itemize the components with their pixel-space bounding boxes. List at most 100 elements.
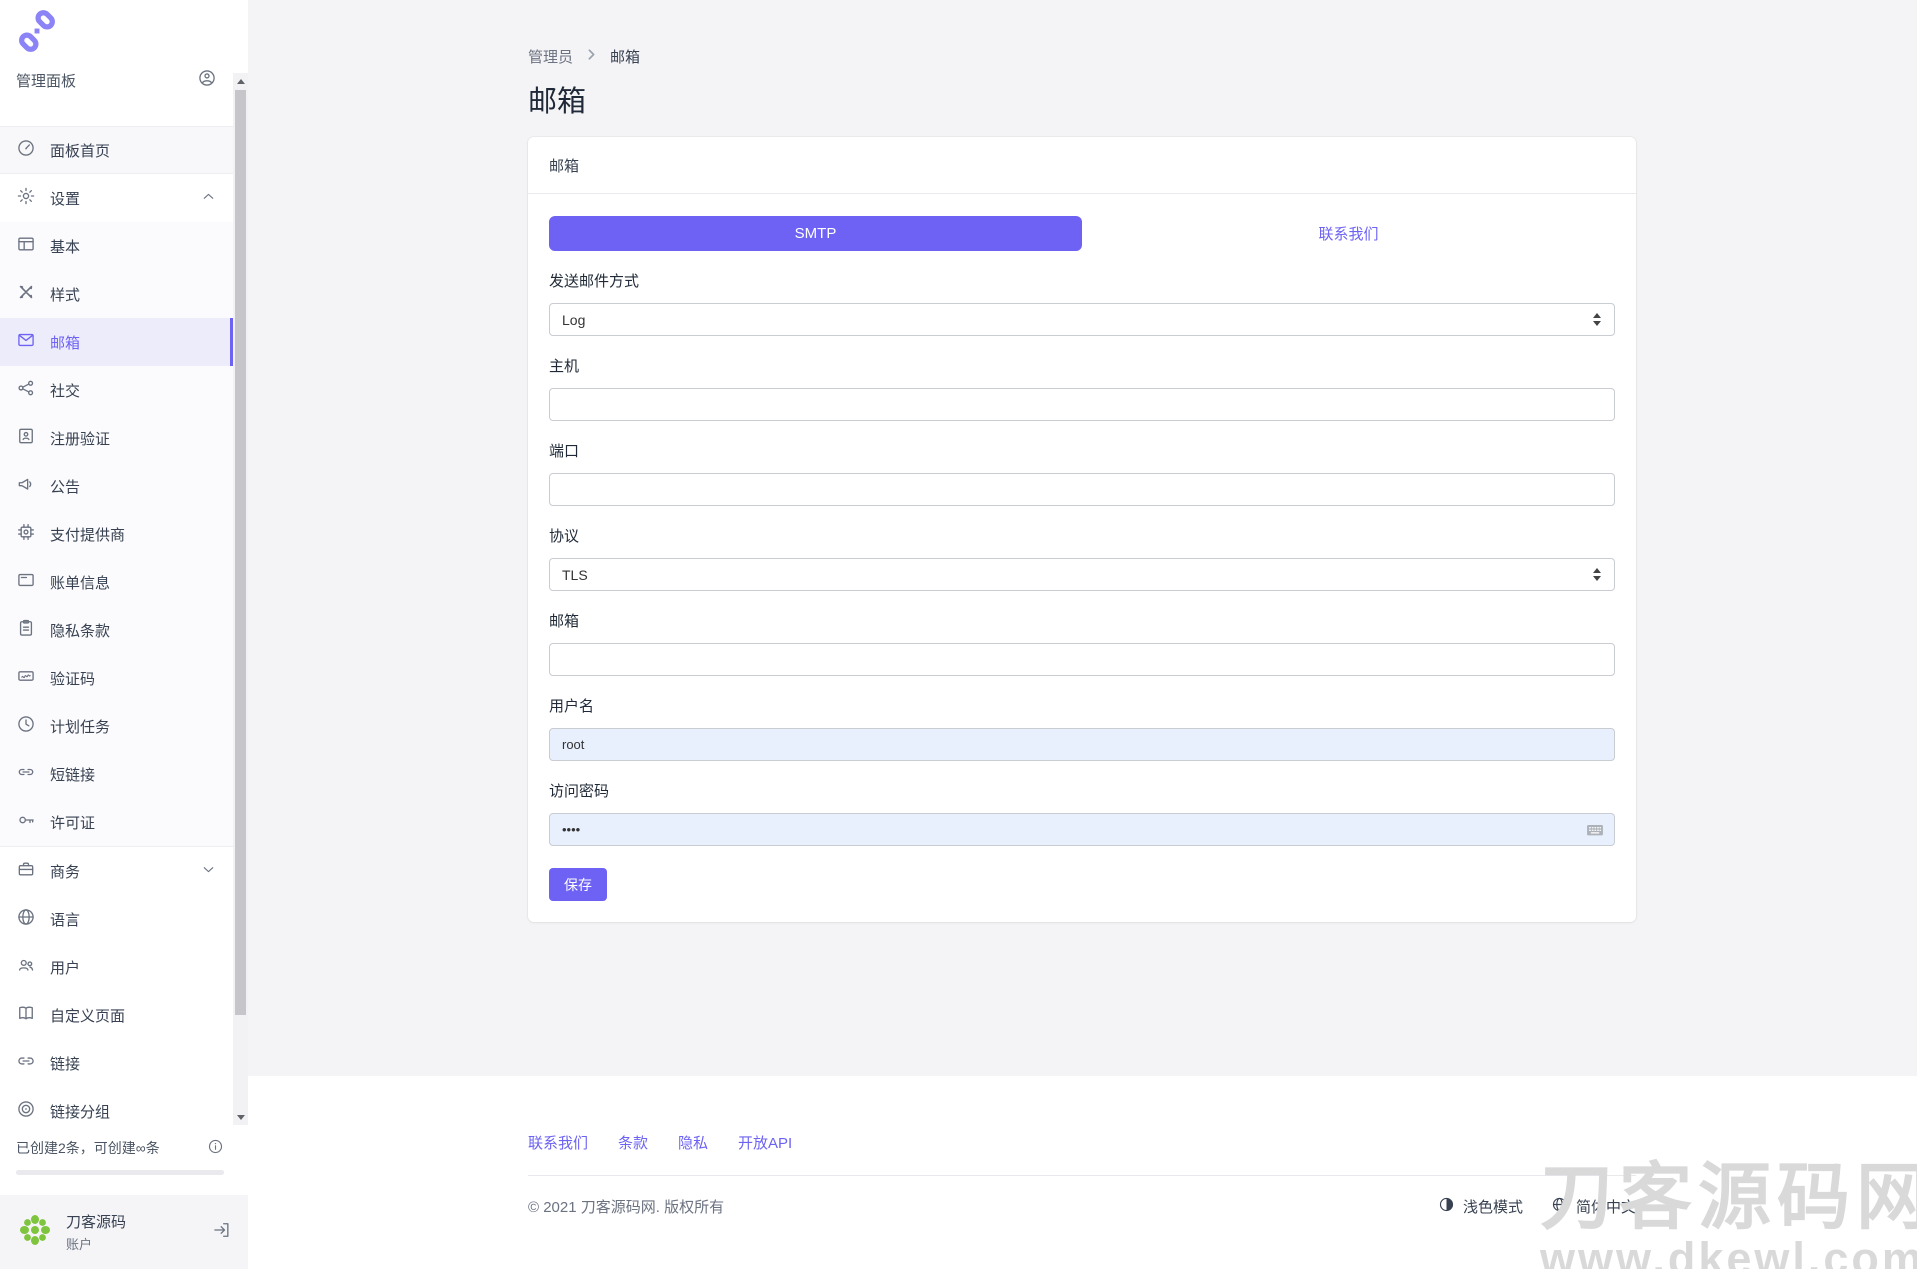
sidebar-item-basic[interactable]: 基本 xyxy=(0,222,233,270)
footer: 联系我们 条款 隐私 开放API © 2021 刀客源码网. 版权所有 浅色模式 xyxy=(248,1076,1917,1269)
host-input[interactable] xyxy=(549,388,1615,421)
green-pattern-avatar xyxy=(16,1211,54,1254)
scrollbar-down-arrow-icon[interactable] xyxy=(233,1109,248,1125)
breadcrumb-current: 邮箱 xyxy=(610,48,640,68)
account-name: 刀客源码 xyxy=(66,1211,126,1232)
field-label: 用户名 xyxy=(549,698,1615,716)
sidebar-item-link-groups[interactable]: 链接分组 xyxy=(0,1087,233,1135)
link-icon xyxy=(16,1051,36,1075)
sidebar-item-announcement[interactable]: 公告 xyxy=(0,462,233,510)
page-title: 邮箱 xyxy=(528,85,1636,119)
sidebar-item-custom-pages[interactable]: 自定义页面 xyxy=(0,991,233,1039)
short-link-icon xyxy=(16,762,36,786)
sidebar-item-label: 账单信息 xyxy=(50,572,110,593)
share-icon xyxy=(16,378,36,402)
footer-link-terms[interactable]: 条款 xyxy=(618,1132,648,1153)
key-icon xyxy=(16,810,36,834)
sidebar-item-register-verify[interactable]: 注册验证 xyxy=(0,414,233,462)
settings-submenu: 基本 样式 邮箱 社交 xyxy=(0,222,233,847)
footer-divider xyxy=(528,1175,1636,1176)
password-input[interactable] xyxy=(549,813,1615,846)
sidebar-item-social[interactable]: 社交 xyxy=(0,366,233,414)
mail-mode-tabs: SMTP 联系我们 xyxy=(549,216,1615,251)
main-area: 管理员 邮箱 邮箱 邮箱 SMTP 联系我们 发送邮件方式 xyxy=(248,0,1917,1269)
logout-icon[interactable] xyxy=(212,1220,232,1245)
sidebar-item-cron[interactable]: 计划任务 xyxy=(0,702,233,750)
globe-icon xyxy=(16,907,36,931)
footer-link-open-api[interactable]: 开放API xyxy=(738,1132,792,1153)
protocol-select[interactable]: TLS xyxy=(549,558,1615,591)
id-card-icon xyxy=(16,426,36,450)
sidebar-item-label: 计划任务 xyxy=(50,716,110,737)
account-circle-icon[interactable] xyxy=(197,68,217,92)
sidebar-item-label: 用户 xyxy=(50,957,80,978)
sidebar-item-mail[interactable]: 邮箱 xyxy=(0,318,233,366)
sidebar-item-label: 商务 xyxy=(50,861,80,882)
window-icon xyxy=(16,234,36,258)
send-method-select[interactable]: Log xyxy=(549,303,1615,336)
scrollbar-up-arrow-icon[interactable] xyxy=(233,73,248,89)
account-section[interactable]: 刀客源码 账户 xyxy=(0,1195,248,1269)
field-username: 用户名 xyxy=(549,698,1615,761)
clipboard-icon xyxy=(16,618,36,642)
clock-icon xyxy=(16,714,36,738)
sidebar-item-label: 链接分组 xyxy=(50,1101,110,1122)
footer-link-privacy[interactable]: 隐私 xyxy=(678,1132,708,1153)
breadcrumb-parent[interactable]: 管理员 xyxy=(528,48,573,68)
sidebar-item-users[interactable]: 用户 xyxy=(0,943,233,991)
language-toggle[interactable]: 简体中文 xyxy=(1551,1196,1636,1217)
sidebar-item-label: 样式 xyxy=(50,284,80,305)
captcha-icon xyxy=(16,666,36,690)
sidebar-item-label: 隐私条款 xyxy=(50,620,110,641)
sidebar-item-billing[interactable]: 账单信息 xyxy=(0,558,233,606)
tab-smtp[interactable]: SMTP xyxy=(549,216,1082,251)
field-host: 主机 xyxy=(549,358,1615,421)
sidebar-item-short-links[interactable]: 短链接 xyxy=(0,750,233,798)
briefcase-icon xyxy=(16,859,36,883)
quota-text: 已创建2条，可创建∞条 xyxy=(16,1138,160,1158)
select-stepper-icon xyxy=(1593,312,1602,327)
sidebar-item-captcha[interactable]: 验证码 xyxy=(0,654,233,702)
save-button[interactable]: 保存 xyxy=(549,868,607,901)
email-input[interactable] xyxy=(549,643,1615,676)
sidebar-item-payment-providers[interactable]: 支付提供商 xyxy=(0,510,233,558)
sidebar-item-business[interactable]: 商务 xyxy=(0,847,233,895)
sidebar-item-language[interactable]: 语言 xyxy=(0,895,233,943)
sidebar-item-license[interactable]: 许可证 xyxy=(0,798,233,846)
footer-link-contact[interactable]: 联系我们 xyxy=(528,1132,588,1153)
select-stepper-icon xyxy=(1593,567,1602,582)
sidebar-item-label: 许可证 xyxy=(50,812,95,833)
scrollbar-thumb[interactable] xyxy=(235,90,246,1015)
field-email: 邮箱 xyxy=(549,613,1615,676)
sidebar-item-label: 注册验证 xyxy=(50,428,110,449)
sidebar-item-dashboard[interactable]: 面板首页 xyxy=(0,126,233,174)
sidebar-nav: 面板首页 设置 基本 xyxy=(0,126,233,1135)
card-header: 邮箱 xyxy=(528,137,1636,194)
sidebar-item-label: 验证码 xyxy=(50,668,95,689)
field-port: 端口 xyxy=(549,443,1615,506)
chevron-right-icon xyxy=(583,46,600,69)
sidebar-item-privacy[interactable]: 隐私条款 xyxy=(0,606,233,654)
username-input[interactable] xyxy=(549,728,1615,761)
sidebar-item-links[interactable]: 链接 xyxy=(0,1039,233,1087)
sidebar-scrollbar[interactable] xyxy=(233,73,248,1125)
info-icon[interactable] xyxy=(207,1138,224,1158)
port-input[interactable] xyxy=(549,473,1615,506)
sidebar-item-settings[interactable]: 设置 xyxy=(0,174,233,222)
tab-contact-us[interactable]: 联系我们 xyxy=(1082,216,1615,251)
field-label: 协议 xyxy=(549,528,1615,546)
footer-links: 联系我们 条款 隐私 开放API xyxy=(528,1132,1636,1153)
sidebar-item-label: 短链接 xyxy=(50,764,95,785)
theme-toggle[interactable]: 浅色模式 xyxy=(1438,1196,1523,1217)
field-protocol: 协议 TLS xyxy=(549,528,1615,591)
admin-panel-page: 管理面板 面板首页 设置 xyxy=(0,0,1917,1269)
chevron-down-icon xyxy=(200,861,217,882)
sidebar-item-style[interactable]: 样式 xyxy=(0,270,233,318)
pages-icon xyxy=(16,1003,36,1027)
chain-link-logo[interactable] xyxy=(16,10,58,57)
megaphone-icon xyxy=(16,474,36,498)
keyboard-icon[interactable] xyxy=(1585,820,1605,845)
sidebar-item-label: 社交 xyxy=(50,380,80,401)
sidebar-item-label: 公告 xyxy=(50,476,80,497)
quota-block: 已创建2条，可创建∞条 xyxy=(16,1138,224,1175)
